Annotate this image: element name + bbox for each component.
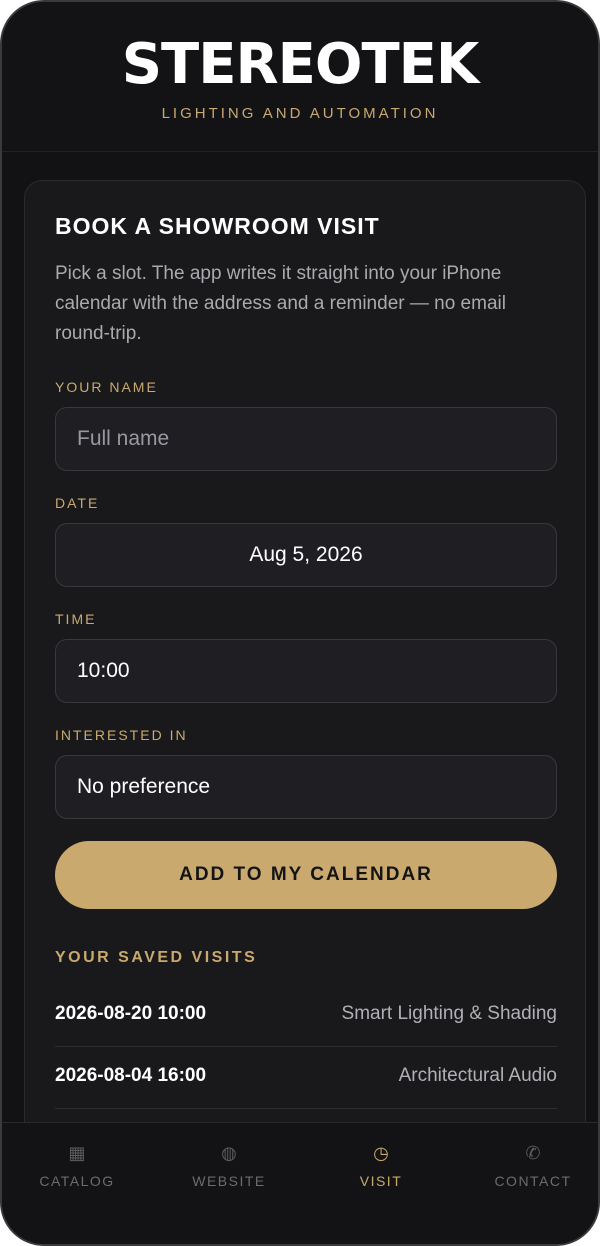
tab-label: CATALOG [39,1173,115,1189]
saved-visit-topic: Smart Lighting & Shading [341,1003,557,1024]
date-picker[interactable]: Aug 5, 2026 [55,523,557,587]
tab-visit[interactable]: ◷ VISIT [306,1141,456,1189]
saved-visit-row[interactable]: 2026-08-20 10:00 Smart Lighting & Shadin… [55,985,557,1047]
interest-select[interactable]: No preference [55,755,557,819]
tab-contact[interactable]: ✆ CONTACT [458,1141,598,1189]
clock-icon: ◷ [373,1143,389,1163]
brand-logo: STEREOTEK [121,32,480,97]
booking-card: BOOK A SHOWROOM VISIT Pick a slot. The a… [24,180,586,1160]
tab-website[interactable]: ◍ WEBSITE [154,1141,304,1189]
phone-icon: ✆ [525,1143,541,1163]
date-label: DATE [55,495,100,511]
saved-visit-topic: Architectural Audio [398,1065,557,1086]
globe-icon: ◍ [221,1143,237,1163]
tab-label: WEBSITE [192,1173,266,1189]
grid-icon: ▦ [68,1143,86,1163]
brand-tagline: LIGHTING AND AUTOMATION [161,105,439,122]
saved-visit-datetime: 2026-08-04 16:00 [55,1065,207,1086]
app-header: STEREOTEK LIGHTING AND AUTOMATION [2,2,598,152]
booking-description: Pick a slot. The app writes it straight … [55,263,506,344]
saved-visits-title: YOUR SAVED VISITS [55,949,258,966]
app-screen: STEREOTEK LIGHTING AND AUTOMATION BOOK A… [0,0,600,1246]
tab-bar: ▦ CATALOG ◍ WEBSITE ◷ VISIT ✆ CONTACT [2,1122,598,1244]
tab-catalog[interactable]: ▦ CATALOG [2,1141,152,1189]
saved-visit-datetime: 2026-08-20 10:00 [55,1003,207,1024]
booking-title: BOOK A SHOWROOM VISIT [55,213,380,239]
add-to-calendar-button[interactable]: ADD TO MY CALENDAR [55,841,557,909]
saved-visit-row[interactable]: 2026-08-04 16:00 Architectural Audio [55,1047,557,1109]
interest-label: INTERESTED IN [55,727,188,743]
time-picker[interactable]: 10:00 [55,639,557,703]
name-label: YOUR NAME [55,379,158,395]
name-input[interactable]: Full name [55,407,557,471]
tab-label: CONTACT [494,1173,572,1189]
time-label: TIME [55,611,97,627]
tab-label: VISIT [359,1173,403,1189]
